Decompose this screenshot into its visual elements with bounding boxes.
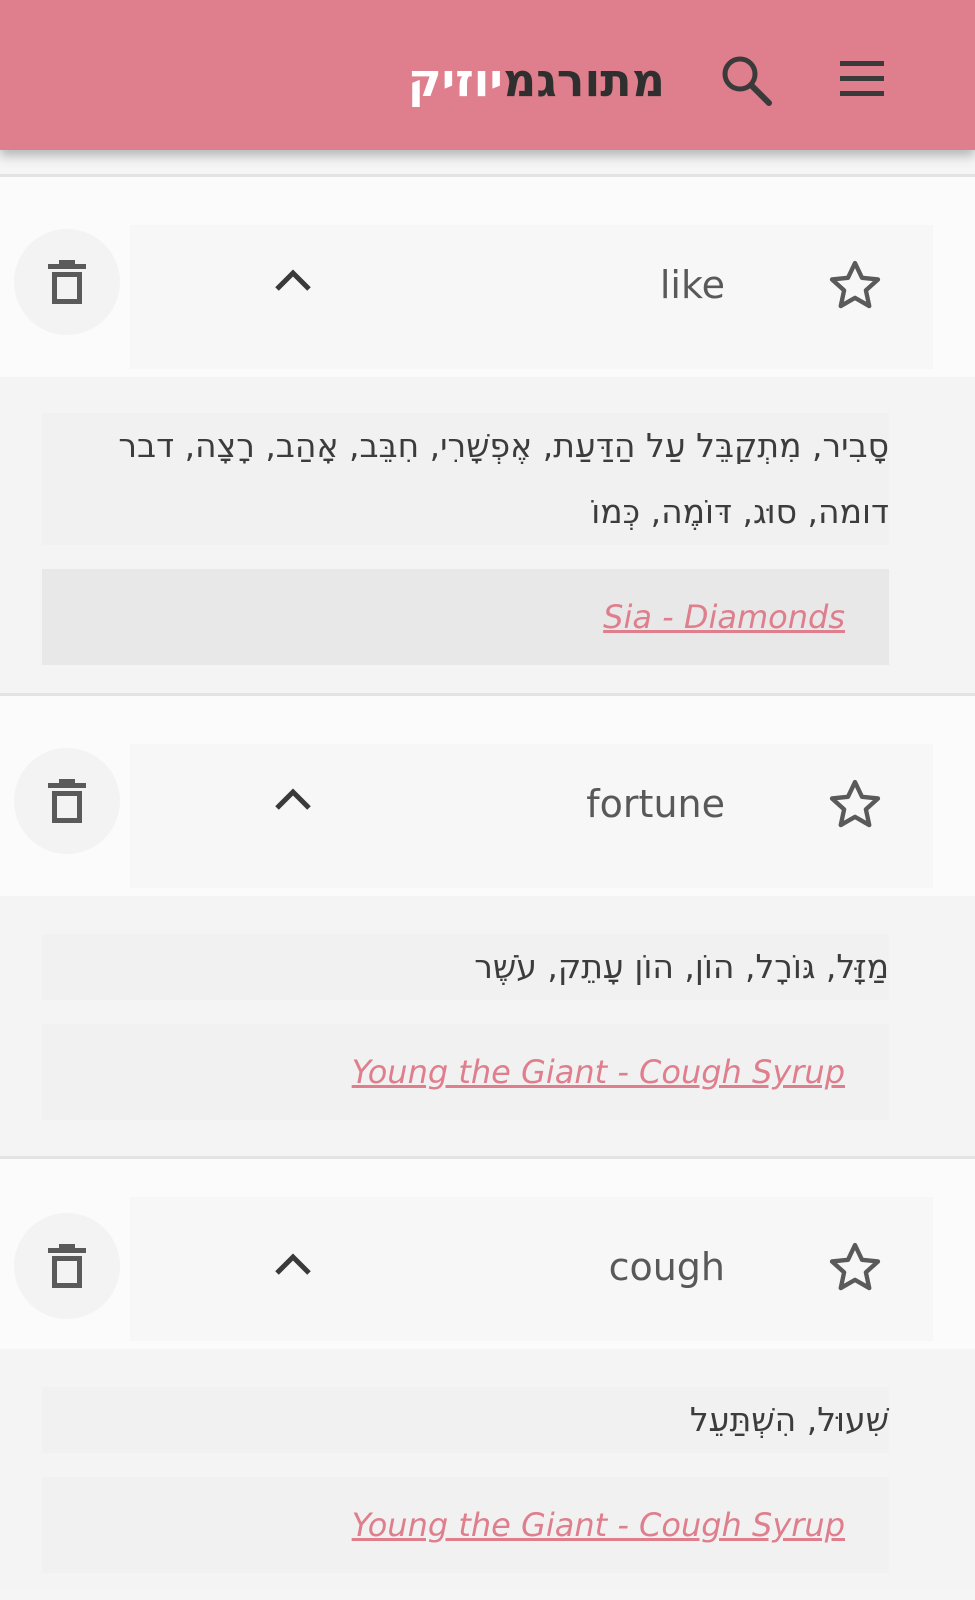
word-card: fortune מַזָּל, גּוֹרָל, הוֹן, הוֹן עָתֵ… xyxy=(0,696,975,1156)
word-header-box xyxy=(130,1197,933,1341)
collapse-button[interactable] xyxy=(260,249,326,315)
delete-button[interactable] xyxy=(14,229,120,335)
trash-icon xyxy=(48,260,86,304)
search-icon[interactable] xyxy=(718,52,776,110)
word-card-body: שִׁעוּל, הִשְׁתַּעֵל Young the Giant - C… xyxy=(0,1349,975,1589)
word-card-header: like xyxy=(0,177,975,377)
hamburger-menu-icon[interactable] xyxy=(836,57,888,101)
word-list: like סָבִיר, מִתְקַבֵּל עַל הַדַּעַת, אֶ… xyxy=(0,174,975,1589)
chevron-up-icon xyxy=(275,269,311,291)
word-card: cough שִׁעוּל, הִשְׁתַּעֵל Young the Gia… xyxy=(0,1159,975,1589)
favorite-button[interactable] xyxy=(822,253,888,319)
star-outline-icon xyxy=(829,779,881,828)
delete-button[interactable] xyxy=(14,748,120,854)
word-card-header: cough xyxy=(0,1159,975,1349)
song-box: Young the Giant - Cough Syrup xyxy=(42,1024,889,1120)
app-title-part2: יוזיק xyxy=(407,53,503,107)
collapse-button[interactable] xyxy=(260,1233,326,1299)
translation-text: שִׁעוּל, הִשְׁתַּעֵל xyxy=(42,1387,889,1453)
song-box: Sia - Diamonds xyxy=(42,569,889,665)
collapse-button[interactable] xyxy=(260,768,326,834)
song-box: Young the Giant - Cough Syrup xyxy=(42,1477,889,1573)
word-label: fortune xyxy=(586,782,725,826)
word-label: like xyxy=(659,263,725,307)
word-label: cough xyxy=(608,1245,725,1289)
song-link[interactable]: Young the Giant - Cough Syrup xyxy=(352,1050,845,1094)
trash-icon xyxy=(48,779,86,823)
translation-text: מַזָּל, גּוֹרָל, הוֹן, הוֹן עָתֵק, עֹשֶׁ… xyxy=(42,934,889,1000)
app-title: מתורגמיוזיק xyxy=(408,40,665,120)
word-card-body: מַזָּל, גּוֹרָל, הוֹן, הוֹן עָתֵק, עֹשֶׁ… xyxy=(0,896,975,1156)
chevron-up-icon xyxy=(275,788,311,810)
song-link[interactable]: Young the Giant - Cough Syrup xyxy=(352,1503,845,1547)
word-card-header: fortune xyxy=(0,696,975,896)
word-header-box xyxy=(130,225,933,369)
delete-button[interactable] xyxy=(14,1213,120,1319)
translation-text: סָבִיר, מִתְקַבֵּל עַל הַדַּעַת, אֶפְשָׁ… xyxy=(42,413,889,545)
star-outline-icon xyxy=(829,1242,881,1291)
app-bar: מתורגמיוזיק xyxy=(0,0,975,150)
word-card-body: סָבִיר, מִתְקַבֵּל עַל הַדַּעַת, אֶפְשָׁ… xyxy=(0,377,975,693)
favorite-button[interactable] xyxy=(822,772,888,838)
word-card: like סָבִיר, מִתְקַבֵּל עַל הַדַּעַת, אֶ… xyxy=(0,177,975,693)
app-title-part1: מתורגמ xyxy=(502,53,665,107)
trash-icon xyxy=(48,1244,86,1288)
favorite-button[interactable] xyxy=(822,1235,888,1301)
word-header-box xyxy=(130,744,933,888)
chevron-up-icon xyxy=(275,1253,311,1275)
star-outline-icon xyxy=(829,260,881,309)
song-link[interactable]: Sia - Diamonds xyxy=(603,595,845,639)
